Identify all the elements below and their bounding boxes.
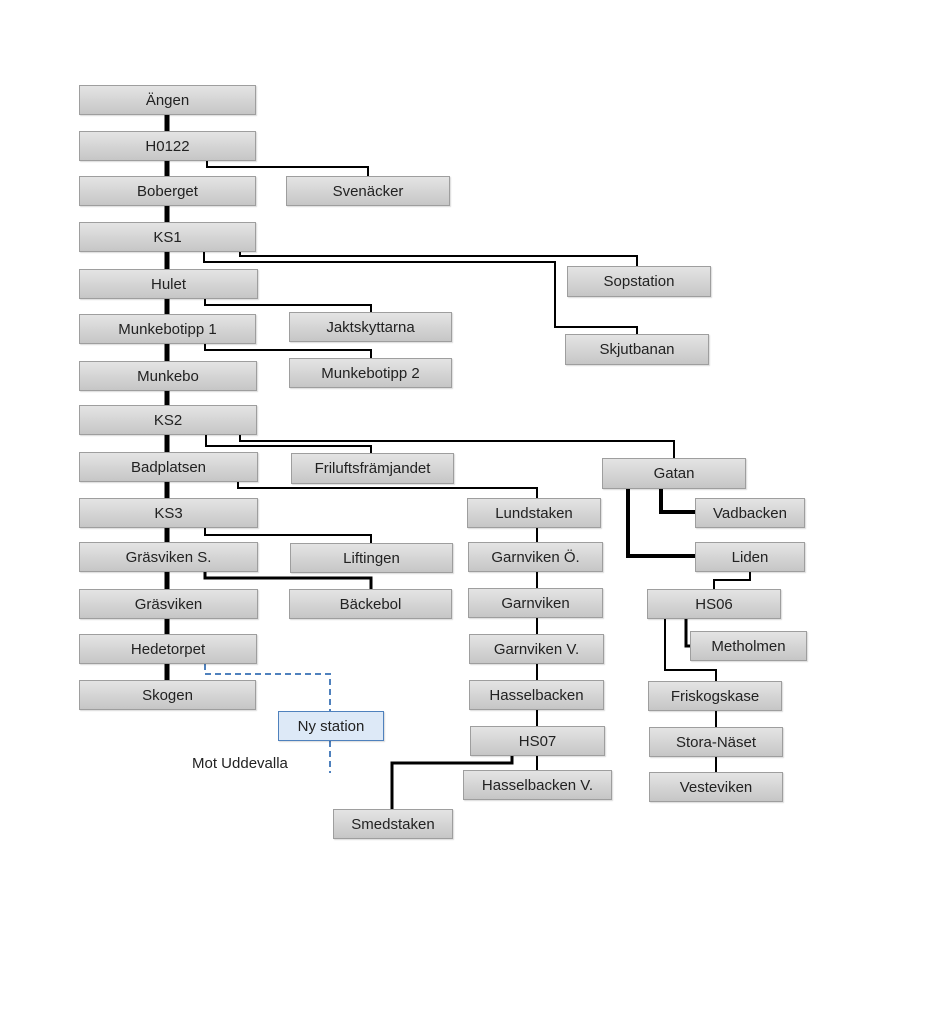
node-skogen: Skogen xyxy=(79,680,256,710)
node-h0122: H0122 xyxy=(79,131,256,161)
node-hasselbackenv: Hasselbacken V. xyxy=(463,770,612,800)
node-smedstaken: Smedstaken xyxy=(333,809,453,839)
node-hedetorpet: Hedetorpet xyxy=(79,634,257,664)
node-munkebotipp1: Munkebotipp 1 xyxy=(79,314,256,344)
node-munkebo: Munkebo xyxy=(79,361,257,391)
node-storanaset: Stora-Näset xyxy=(649,727,783,757)
node-badplatsen: Badplatsen xyxy=(79,452,258,482)
node-angen: Ängen xyxy=(79,85,256,115)
edge-munkebotipp1-munkebotipp2 xyxy=(204,344,372,358)
node-vadbacken: Vadbacken xyxy=(695,498,805,528)
edge-ks1-sopstation xyxy=(239,252,638,266)
node-munkebotipp2: Munkebotipp 2 xyxy=(289,358,452,388)
annotation-mot-uddevalla: Mot Uddevalla xyxy=(192,755,288,772)
node-friluftsframjandet: Friluftsfrämjandet xyxy=(291,453,454,484)
network-diagram: Ängen H0122 Boberget Svenäcker KS1 Hulet… xyxy=(0,0,937,1018)
edge-h0122-svenacker xyxy=(206,161,369,176)
node-ks2: KS2 xyxy=(79,405,257,435)
edge-gatan-vadbacken xyxy=(659,489,695,514)
edge-hulet-jaktskyttarna xyxy=(204,299,372,312)
node-boberget: Boberget xyxy=(79,176,256,206)
edge-grasvikens-backebol xyxy=(203,572,373,589)
node-hs07: HS07 xyxy=(470,726,605,756)
node-grasvikens: Gräsviken S. xyxy=(79,542,258,572)
node-liftingen: Liftingen xyxy=(290,543,453,573)
node-hulet: Hulet xyxy=(79,269,258,299)
node-sopstation: Sopstation xyxy=(567,266,711,297)
edge-badplatsen-lundstaken xyxy=(237,482,538,498)
node-ks3: KS3 xyxy=(79,498,258,528)
node-lundstaken: Lundstaken xyxy=(467,498,601,528)
node-jaktskyttarna: Jaktskyttarna xyxy=(289,312,452,342)
node-gatan: Gatan xyxy=(602,458,746,489)
node-ks1: KS1 xyxy=(79,222,256,252)
node-svenacker: Svenäcker xyxy=(286,176,450,206)
node-metholmen: Metholmen xyxy=(690,631,807,661)
node-garnvikeno: Garnviken Ö. xyxy=(468,542,603,572)
edge-liden-hs06 xyxy=(713,572,751,589)
edge-ks3-liftingen xyxy=(204,528,372,543)
node-backebol: Bäckebol xyxy=(289,589,452,619)
node-hs06: HS06 xyxy=(647,589,781,619)
node-liden: Liden xyxy=(695,542,805,572)
node-nystation: Ny station xyxy=(278,711,384,741)
node-vesteviken: Vesteviken xyxy=(649,772,783,802)
node-garnviken: Garnviken xyxy=(468,588,603,618)
node-garnvikenv: Garnviken V. xyxy=(469,634,604,664)
node-grasviken: Gräsviken xyxy=(79,589,258,619)
node-skjutbanan: Skjutbanan xyxy=(565,334,709,365)
node-hasselbacken: Hasselbacken xyxy=(469,680,604,710)
node-friskogskase: Friskogskase xyxy=(648,681,782,711)
edge-ks2-friluftsframjandet xyxy=(205,435,372,453)
